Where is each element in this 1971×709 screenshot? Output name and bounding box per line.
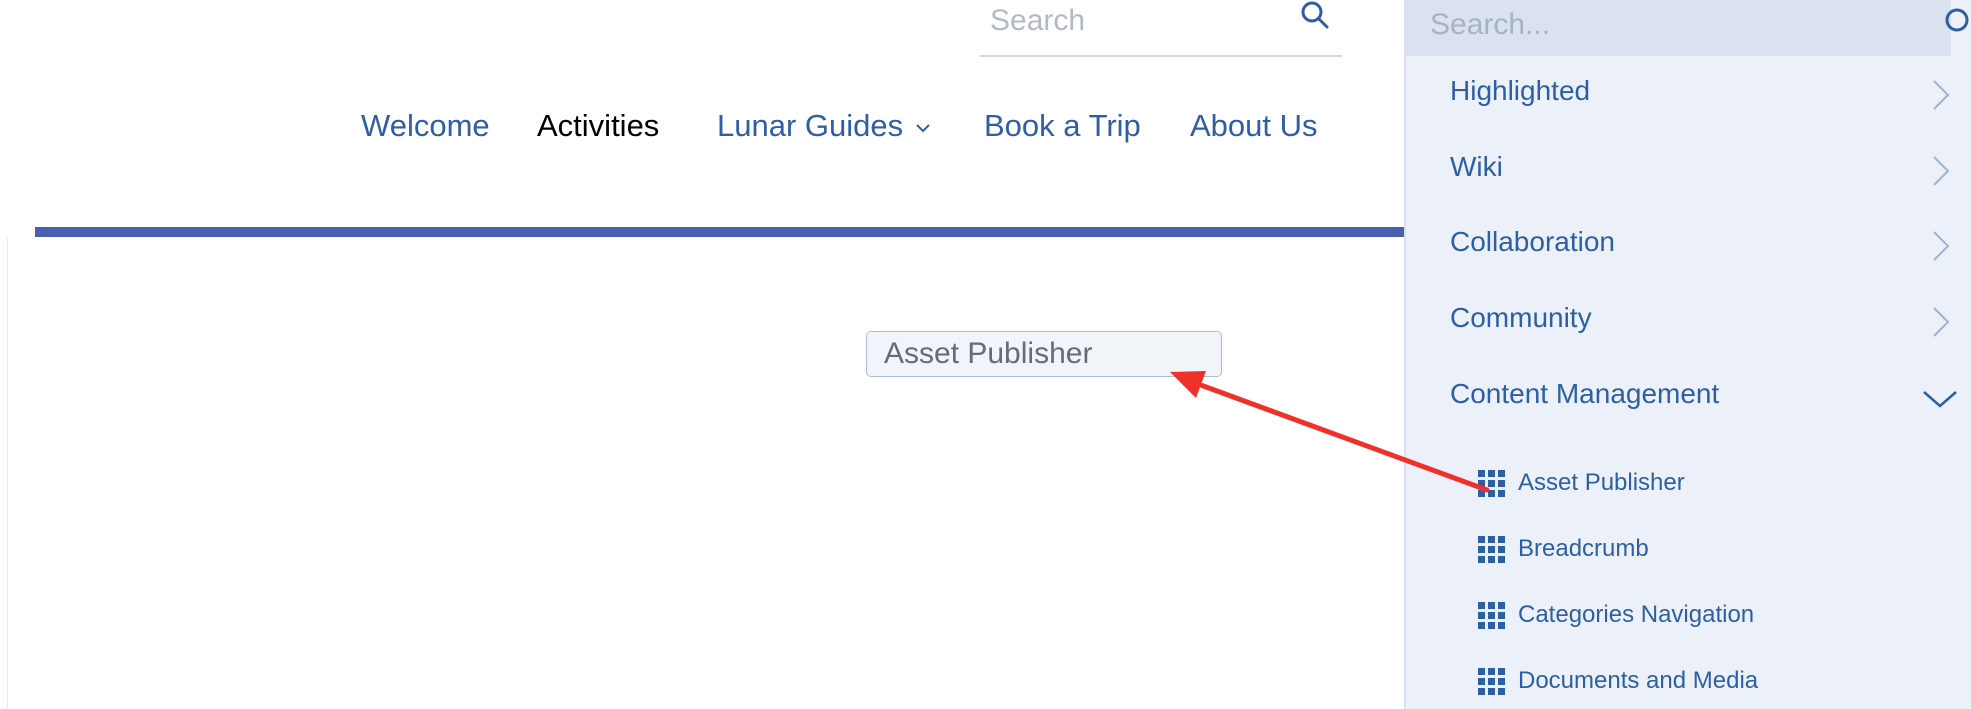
category-highlighted[interactable]: Highlighted: [1406, 65, 1971, 125]
widget-label: Breadcrumb: [1518, 535, 1649, 562]
drop-target-label: Asset Publisher: [884, 337, 1093, 370]
chevron-right-icon: [1933, 156, 1950, 186]
panel-search-input[interactable]: [1428, 0, 1912, 50]
widget-label: Documents and Media: [1518, 667, 1759, 694]
widget-label: Asset Publisher: [1518, 469, 1685, 496]
chevron-right-icon: [1933, 231, 1950, 261]
category-label: Highlighted: [1450, 75, 1591, 106]
widget-panel: Highlighted Wiki Collaboration Community…: [1404, 0, 1971, 709]
grid-icon: [1478, 668, 1505, 695]
chevron-down-icon: [916, 124, 930, 133]
widget-label: Categories Navigation: [1518, 601, 1755, 628]
drop-target-asset-publisher[interactable]: Asset Publisher: [866, 331, 1222, 377]
grid-icon: [1478, 536, 1505, 563]
category-community[interactable]: Community: [1406, 292, 1971, 352]
chevron-right-icon: [1933, 307, 1950, 337]
chevron-right-icon: [1933, 80, 1950, 110]
search-icon[interactable]: [1943, 2, 1971, 42]
category-content-management[interactable]: Content Management: [1406, 368, 1971, 428]
header-search-input[interactable]: [988, 0, 1292, 42]
category-label: Content Management: [1450, 378, 1720, 409]
category-label: Community: [1450, 302, 1592, 333]
nav-item-welcome[interactable]: Welcome: [361, 104, 490, 148]
page-content: Welcome Activities Lunar Guides Book a T…: [0, 0, 1404, 709]
header-search: [980, 0, 1342, 57]
widget-item-breadcrumb[interactable]: Breadcrumb: [1478, 526, 1958, 574]
header-divider: [35, 227, 1404, 237]
category-collaboration[interactable]: Collaboration: [1406, 216, 1971, 276]
widget-item-asset-publisher[interactable]: Asset Publisher: [1478, 460, 1958, 508]
nav-item-about-us[interactable]: About Us: [1190, 104, 1318, 148]
nav-item-book-a-trip[interactable]: Book a Trip: [984, 104, 1141, 148]
chevron-down-icon: [1923, 391, 1957, 408]
grid-icon: [1478, 602, 1505, 629]
panel-search: [1406, 0, 1969, 56]
widget-item-categories-navigation[interactable]: Categories Navigation: [1478, 592, 1958, 640]
category-wiki[interactable]: Wiki: [1406, 141, 1971, 201]
category-label: Collaboration: [1450, 226, 1615, 257]
grid-icon: [1478, 470, 1505, 497]
search-icon[interactable]: [1296, 0, 1336, 38]
widget-item-documents-and-media[interactable]: Documents and Media: [1478, 658, 1958, 706]
nav-item-activities[interactable]: Activities: [537, 104, 659, 148]
category-label: Wiki: [1450, 151, 1503, 182]
nav-item-lunar-guides[interactable]: Lunar Guides: [717, 104, 933, 148]
content-left-border: [7, 238, 8, 709]
nav-item-label: Lunar Guides: [717, 108, 904, 143]
